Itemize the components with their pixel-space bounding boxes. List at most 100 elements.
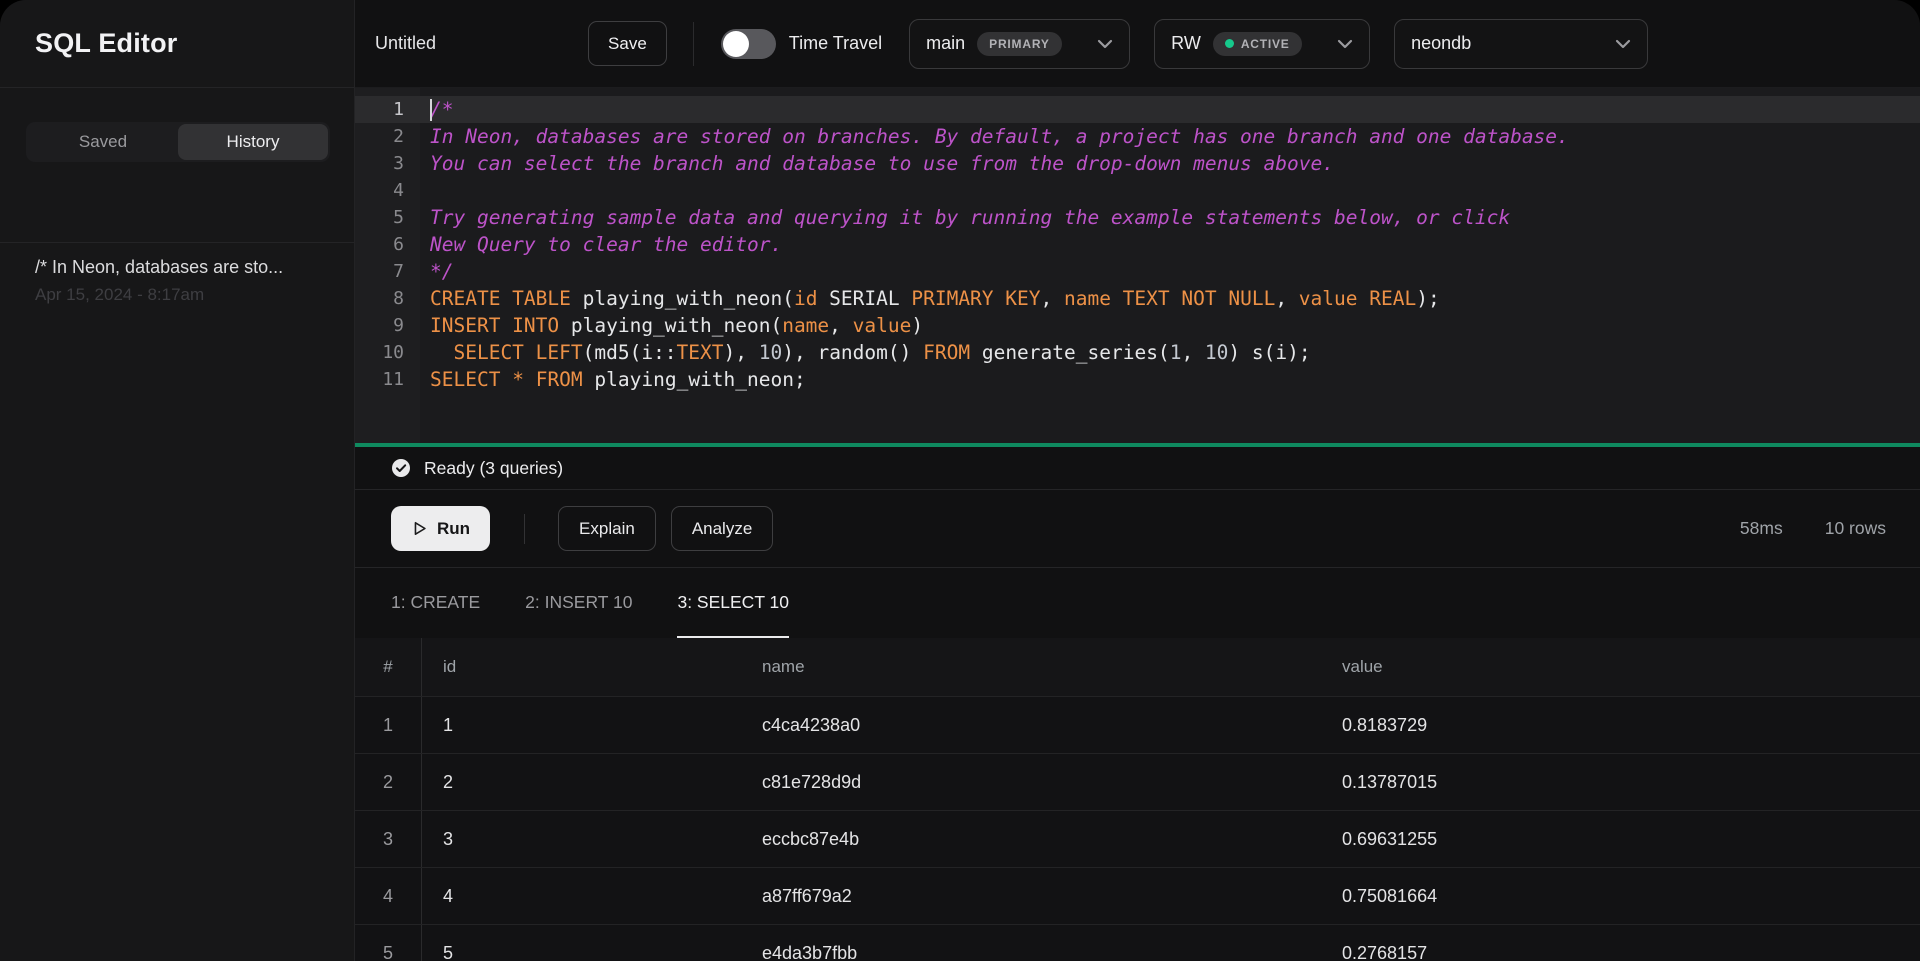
code-plain: playing_with_neon(: [559, 314, 782, 337]
code-text: CREATE TABLE playing_with_neon(id SERIAL…: [430, 285, 1440, 312]
code-line-5[interactable]: 5Try generating sample data and querying…: [355, 204, 1920, 231]
cell-name: a87ff679a2: [762, 868, 1342, 924]
code-keyword: id: [794, 287, 817, 310]
history-item-date: Apr 15, 2024 - 8:17am: [35, 285, 330, 305]
code-text: SELECT * FROM playing_with_neon;: [430, 366, 806, 393]
line-number: 10: [355, 339, 420, 366]
cell-id: 3: [422, 811, 762, 867]
main-panel: Untitled Save Time Travel main PRIMARY R…: [355, 0, 1920, 961]
code-comment: In Neon, databases are stored on branche…: [430, 125, 1569, 148]
code-line-10[interactable]: 10 SELECT LEFT(md5(i::TEXT), 10), random…: [355, 339, 1920, 366]
code-number: 10: [1205, 341, 1228, 364]
code-comment: Try generating sample data and querying …: [430, 206, 1510, 229]
tab-result-insert[interactable]: 2: INSERT 10: [525, 568, 632, 638]
branch-name: main: [926, 33, 965, 54]
table-row: 44a87ff679a20.75081664: [355, 868, 1920, 925]
code-comment: New Query to clear the editor.: [430, 233, 782, 256]
active-badge: ACTIVE: [1213, 32, 1302, 56]
code-line-4[interactable]: 4: [355, 177, 1920, 204]
code-plain: ) s(i);: [1228, 341, 1310, 364]
line-number: 11: [355, 366, 420, 393]
code-line-11[interactable]: 11 SELECT * FROM playing_with_neon;: [355, 366, 1920, 393]
database-name: neondb: [1411, 33, 1471, 54]
code-plain: generate_series(: [970, 341, 1170, 364]
code-plain: ,: [1181, 341, 1204, 364]
cell-num: 3: [355, 811, 422, 867]
query-row-count: 10 rows: [1825, 518, 1886, 539]
code-keyword: value: [853, 314, 912, 337]
cell-value: 0.2768157: [1342, 925, 1920, 961]
cell-id: 2: [422, 754, 762, 810]
tab-result-create[interactable]: 1: CREATE: [391, 568, 480, 638]
tab-saved[interactable]: Saved: [28, 124, 178, 160]
cell-name: c4ca4238a0: [762, 697, 1342, 753]
topbar: Untitled Save Time Travel main PRIMARY R…: [355, 0, 1920, 88]
line-number: 3: [355, 150, 420, 177]
code-line-1[interactable]: 1/*: [355, 96, 1920, 123]
code-plain: ,: [1041, 287, 1064, 310]
page-title: SQL Editor: [35, 28, 178, 59]
table-row: 55e4da3b7fbb0.2768157: [355, 925, 1920, 961]
cell-name: c81e728d9d: [762, 754, 1342, 810]
code-line-7[interactable]: 7*/: [355, 258, 1920, 285]
query-stats: 58ms 10 rows: [1740, 518, 1886, 539]
chevron-down-icon: [1097, 39, 1113, 49]
line-number: 8: [355, 285, 420, 312]
code-keyword: SELECT LEFT: [453, 341, 582, 364]
topbar-divider: [693, 22, 694, 66]
code-text: Try generating sample data and querying …: [430, 204, 1510, 231]
time-travel-toggle[interactable]: [721, 29, 776, 59]
code-keyword: INSERT INTO: [430, 314, 559, 337]
code-plain: SERIAL: [817, 287, 911, 310]
line-number: 2: [355, 123, 420, 150]
saved-history-segmented-control: Saved History: [26, 122, 330, 162]
code-keyword: TEXT: [677, 341, 724, 364]
code-text: In Neon, databases are stored on branche…: [430, 123, 1569, 150]
cell-num: 1: [355, 697, 422, 753]
database-dropdown[interactable]: neondb: [1394, 19, 1648, 69]
history-item-title: /* In Neon, databases are sto...: [35, 257, 330, 278]
cell-value: 0.8183729: [1342, 697, 1920, 753]
run-button[interactable]: Run: [391, 506, 490, 551]
code-text: You can select the branch and database t…: [430, 150, 1334, 177]
code-line-6[interactable]: 6New Query to clear the editor.: [355, 231, 1920, 258]
active-badge-label: ACTIVE: [1241, 37, 1290, 51]
code-keyword: name: [782, 314, 829, 337]
code-plain: [430, 341, 453, 364]
editor-cursor: [430, 99, 432, 121]
code-plain: ,: [1275, 287, 1298, 310]
code-line-2[interactable]: 2 In Neon, databases are stored on branch…: [355, 123, 1920, 150]
analyze-button[interactable]: Analyze: [671, 506, 773, 551]
primary-badge: PRIMARY: [977, 32, 1062, 56]
save-button[interactable]: Save: [588, 21, 667, 66]
cell-num: 5: [355, 925, 422, 961]
time-travel-label: Time Travel: [789, 33, 882, 54]
sidebar-header: SQL Editor: [0, 0, 354, 88]
compute-dropdown[interactable]: RW ACTIVE: [1154, 19, 1370, 69]
code-comment: You can select the branch and database t…: [430, 152, 1334, 175]
tab-result-select[interactable]: 3: SELECT 10: [677, 568, 789, 638]
query-name[interactable]: Untitled: [375, 33, 436, 54]
cell-value: 0.69631255: [1342, 811, 1920, 867]
sql-code-editor[interactable]: 1/*2 In Neon, databases are stored on bra…: [355, 88, 1920, 443]
explain-button[interactable]: Explain: [558, 506, 656, 551]
sidebar: SQL Editor Saved History /* In Neon, dat…: [0, 0, 355, 961]
code-line-3[interactable]: 3 You can select the branch and database …: [355, 150, 1920, 177]
code-text: INSERT INTO playing_with_neon(name, valu…: [430, 312, 923, 339]
play-icon: [411, 520, 428, 537]
results-header-row: # id name value: [355, 638, 1920, 697]
tab-history[interactable]: History: [178, 124, 328, 160]
toolbar-divider: [524, 514, 525, 544]
cell-num: 2: [355, 754, 422, 810]
branch-dropdown[interactable]: main PRIMARY: [909, 19, 1130, 69]
toolbar: Run Explain Analyze 58ms 10 rows: [355, 490, 1920, 568]
code-keyword: SELECT: [430, 368, 500, 391]
code-plain: (md5(i::: [583, 341, 677, 364]
code-line-8[interactable]: 8 CREATE TABLE playing_with_neon(id SERIA…: [355, 285, 1920, 312]
code-number: 10: [759, 341, 782, 364]
code-line-9[interactable]: 9INSERT INTO playing_with_neon(name, val…: [355, 312, 1920, 339]
code-keyword: name TEXT NOT NULL: [1064, 287, 1275, 310]
code-plain: playing_with_neon;: [583, 368, 806, 391]
code-plain: ), random(): [782, 341, 923, 364]
history-list-item[interactable]: /* In Neon, databases are sto... Apr 15,…: [0, 243, 354, 319]
